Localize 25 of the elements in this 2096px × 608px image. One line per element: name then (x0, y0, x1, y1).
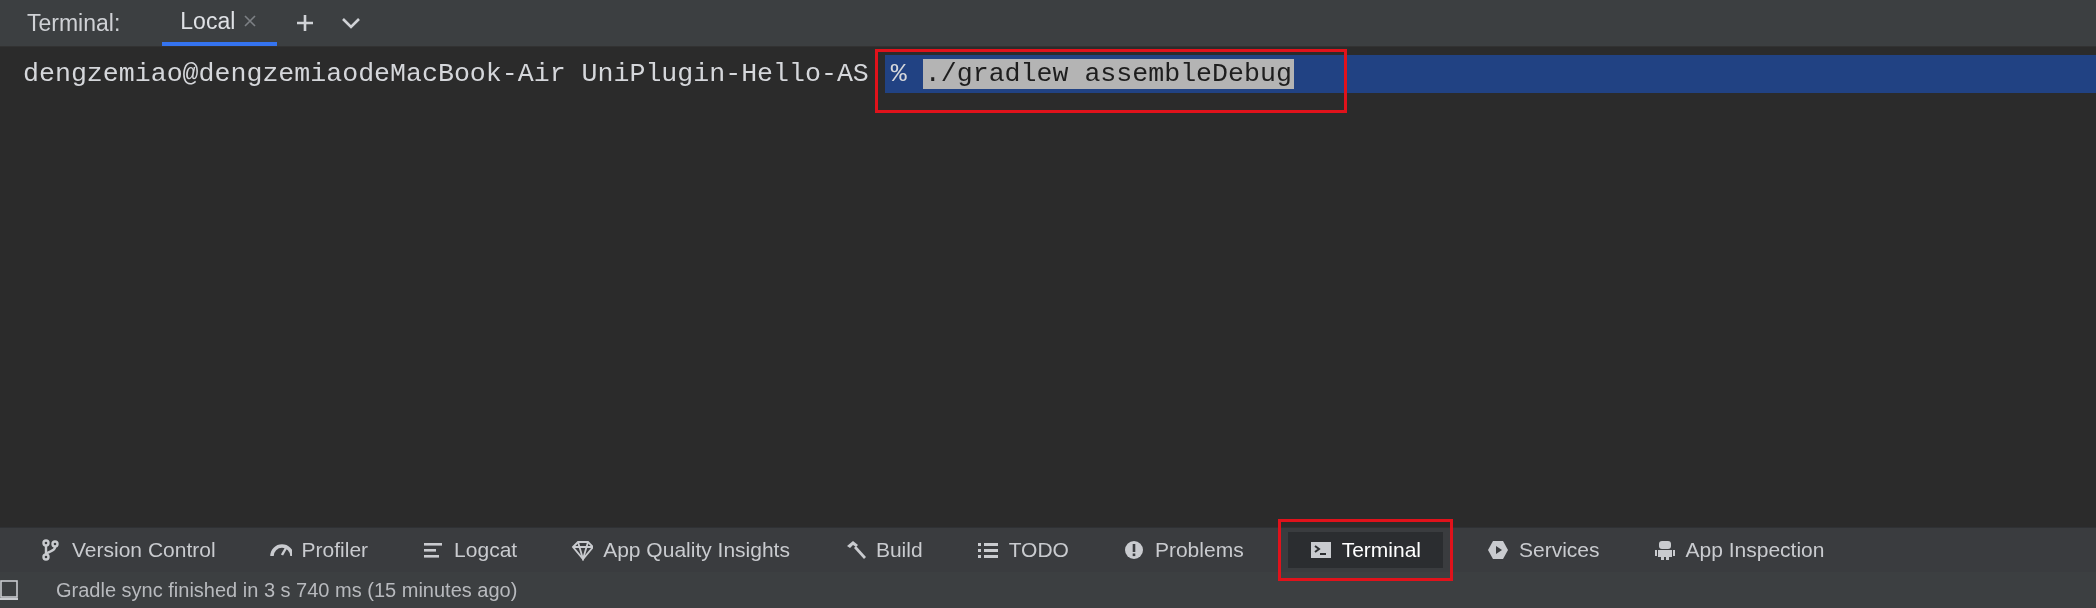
tool-window-button[interactable]: Version Control (30, 532, 226, 568)
tool-window-title: Terminal: (27, 9, 121, 37)
tool-window-button[interactable]: Problems (1112, 532, 1254, 568)
branch-icon (40, 539, 62, 561)
tool-window-button[interactable]: TODO (966, 532, 1079, 568)
tool-window-button[interactable]: App Inspection (1643, 532, 1835, 568)
plus-icon[interactable] (295, 13, 316, 33)
terminal-icon (1309, 539, 1332, 561)
alert-icon (1122, 539, 1145, 561)
tab-label: Local (180, 7, 236, 35)
prompt-symbol: % (890, 59, 907, 89)
tool-window-button[interactable]: App Quality Insights (561, 532, 800, 568)
command-text: ./gradlew assembleDebug (922, 59, 1294, 89)
prompt-text: dengzemiao@dengzemiaodeMacBook-Air UniPlugin-Hello-AS (22, 59, 869, 89)
tool-window-button[interactable]: Terminal (1287, 532, 1443, 568)
diamond-icon (571, 539, 594, 561)
robot-icon (1653, 539, 1676, 561)
tool-window-button[interactable]: Logcat (412, 532, 528, 568)
play-icon (1487, 539, 1509, 561)
tool-window-button[interactable]: Build (833, 532, 933, 568)
tool-window-button[interactable]: Profiler (259, 532, 379, 568)
panel-toggle-icon (0, 580, 18, 600)
tool-window-button[interactable]: Services (1477, 532, 1610, 568)
status-text: Gradle sync finished in 3 s 740 ms (15 minutes ago) (56, 578, 518, 602)
close-icon (243, 14, 258, 28)
